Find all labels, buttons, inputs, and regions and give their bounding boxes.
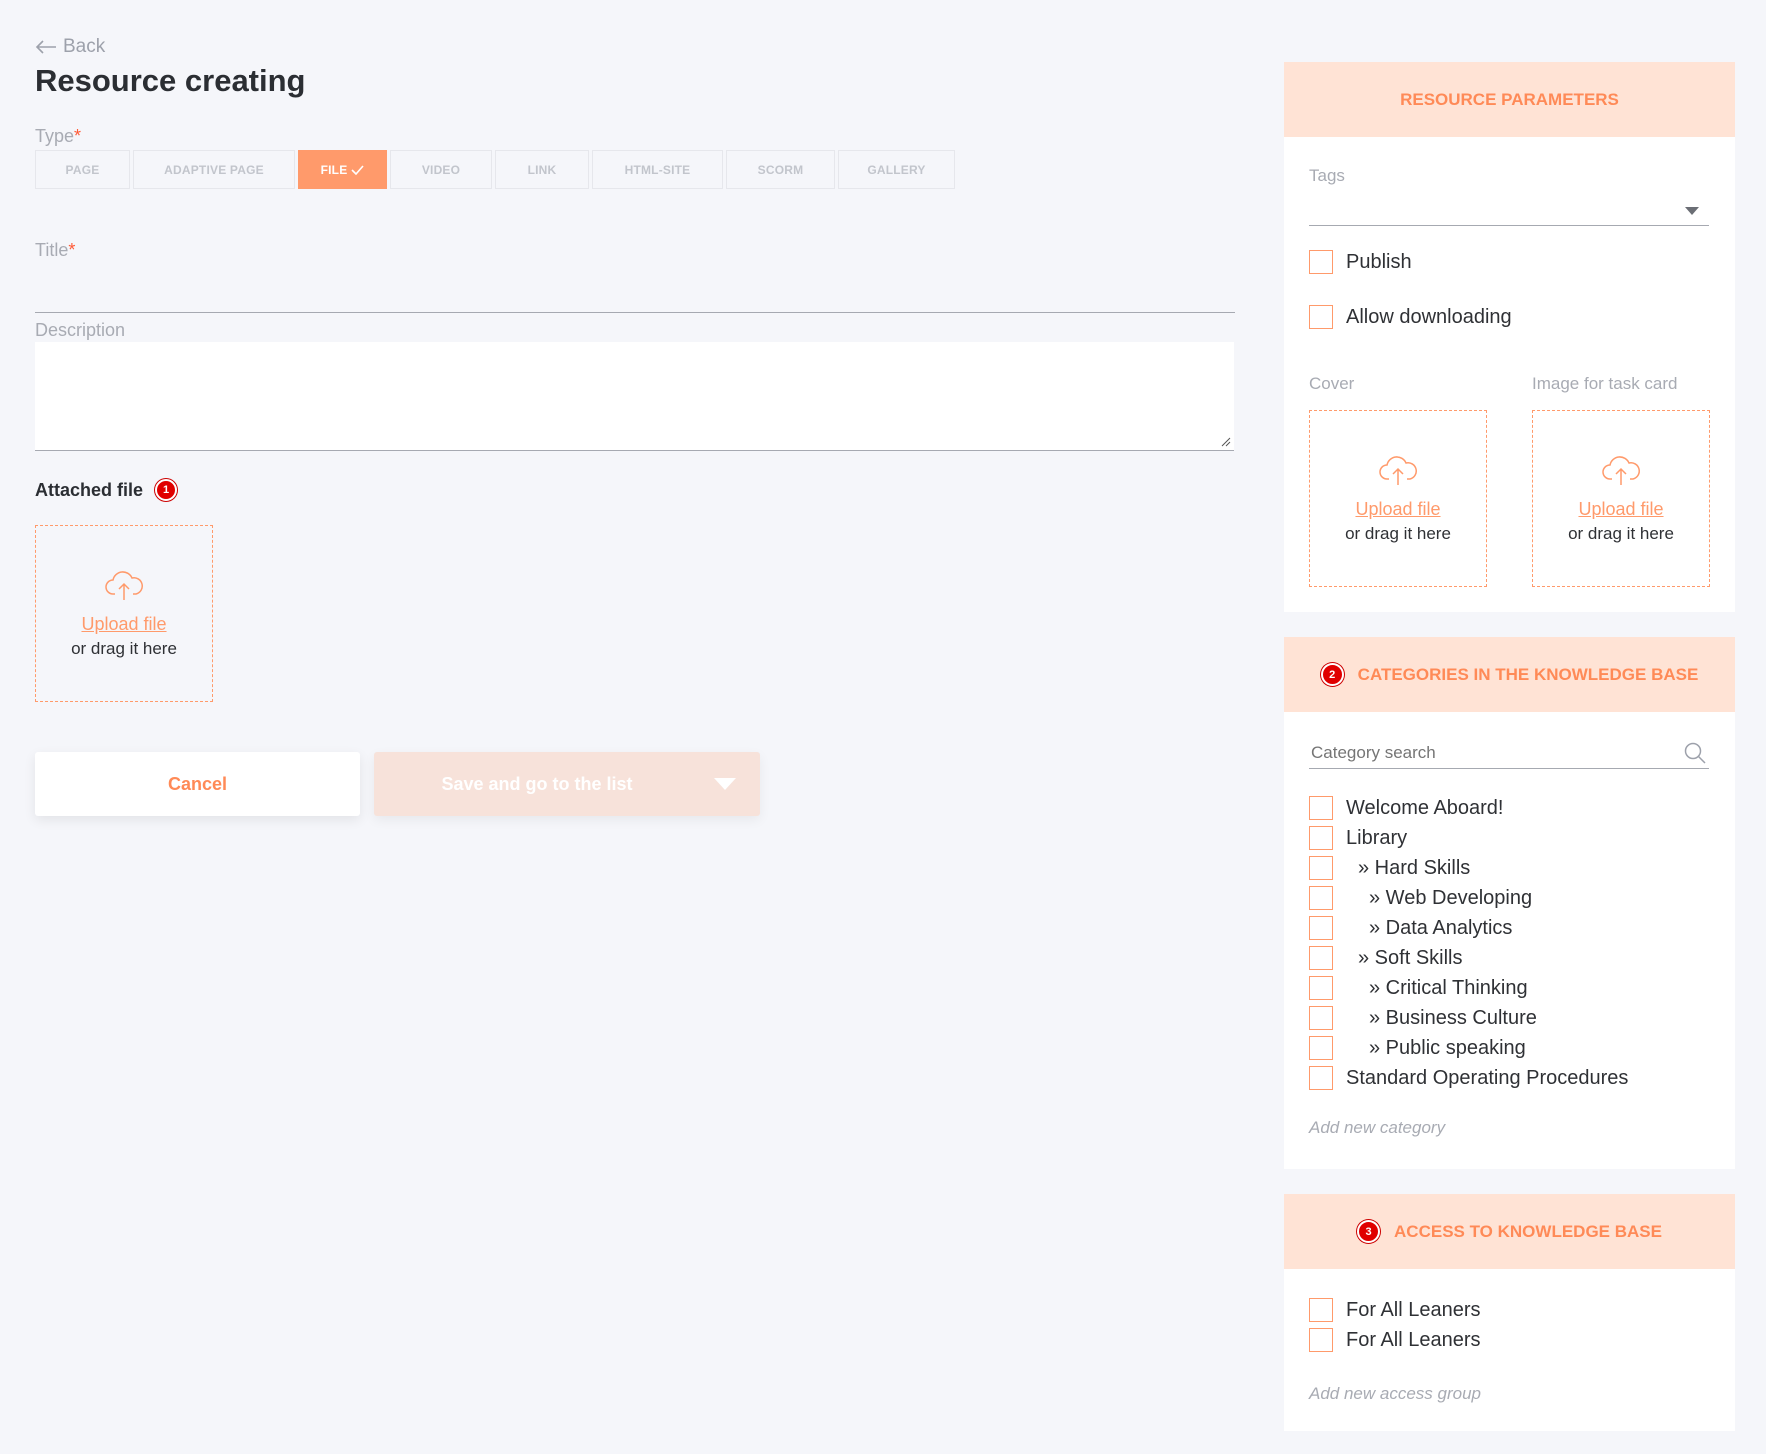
access-heading: 3 ACCESS TO KNOWLEDGE BASE xyxy=(1284,1194,1735,1269)
upload-file-link[interactable]: Upload file xyxy=(81,614,166,635)
category-checkbox[interactable] xyxy=(1309,856,1333,880)
category-checkbox[interactable] xyxy=(1309,916,1333,940)
caret-down-icon xyxy=(714,778,736,790)
type-file-button[interactable]: FILE xyxy=(298,150,387,189)
type-adaptive-page-button[interactable]: ADAPTIVE PAGE xyxy=(133,150,295,189)
type-scorm-button[interactable]: SCORM xyxy=(726,150,835,189)
cloud-upload-icon xyxy=(1602,456,1640,485)
back-link[interactable]: Back xyxy=(35,36,105,58)
resize-grip-icon[interactable] xyxy=(1221,437,1231,447)
category-item[interactable]: » Data Analytics xyxy=(1309,913,1729,943)
category-item[interactable]: » Soft Skills xyxy=(1309,943,1729,973)
access-group-list: For All Leaners For All Leaners xyxy=(1309,1295,1729,1355)
access-group-item[interactable]: For All Leaners xyxy=(1309,1295,1729,1325)
cloud-upload-icon xyxy=(105,571,143,600)
category-item[interactable]: Standard Operating Procedures xyxy=(1309,1063,1729,1093)
tags-select[interactable] xyxy=(1309,197,1709,226)
category-item[interactable]: Library xyxy=(1309,823,1729,853)
publish-option[interactable]: Publish xyxy=(1309,250,1412,274)
access-group-checkbox[interactable] xyxy=(1309,1328,1333,1352)
search-icon[interactable] xyxy=(1683,741,1707,765)
category-item[interactable]: » Web Developing xyxy=(1309,883,1729,913)
allow-downloading-option[interactable]: Allow downloading xyxy=(1309,305,1512,329)
save-options-dropdown[interactable] xyxy=(690,778,760,790)
cover-upload-link[interactable]: Upload file xyxy=(1355,499,1440,520)
description-textarea[interactable] xyxy=(35,342,1234,451)
title-input[interactable] xyxy=(35,289,1235,313)
drag-hint: or drag it here xyxy=(1345,524,1451,543)
drag-hint: or drag it here xyxy=(1568,524,1674,543)
step-badge-1: 1 xyxy=(155,479,178,501)
title-label: Title* xyxy=(35,240,76,260)
publish-checkbox[interactable] xyxy=(1309,250,1333,274)
step-badge-2: 2 xyxy=(1320,663,1344,686)
drag-hint: or drag it here xyxy=(71,639,177,658)
type-link-button[interactable]: LINK xyxy=(495,150,589,189)
category-checkbox[interactable] xyxy=(1309,946,1333,970)
category-checkbox[interactable] xyxy=(1309,886,1333,910)
task-image-dropzone[interactable]: Upload file or drag it here xyxy=(1532,410,1710,587)
chevron-down-icon xyxy=(1685,207,1699,215)
category-list: Welcome Aboard! Library » Hard Skills » … xyxy=(1309,793,1729,1093)
type-gallery-button[interactable]: GALLERY xyxy=(838,150,955,189)
task-image-label: Image for task card xyxy=(1532,374,1678,393)
category-item[interactable]: » Critical Thinking xyxy=(1309,973,1729,1003)
resource-parameters-heading: RESOURCE PARAMETERS xyxy=(1284,62,1735,137)
arrow-left-icon xyxy=(35,40,56,54)
resource-parameters-panel: RESOURCE PARAMETERS Tags Publish Allow d… xyxy=(1284,62,1735,612)
access-group-item[interactable]: For All Leaners xyxy=(1309,1325,1729,1355)
category-item[interactable]: » Business Culture xyxy=(1309,1003,1729,1033)
category-item[interactable]: Welcome Aboard! xyxy=(1309,793,1729,823)
attached-file-dropzone[interactable]: Upload file or drag it here xyxy=(35,525,213,702)
type-selector: PAGE ADAPTIVE PAGE FILE VIDEO LINK HTML-… xyxy=(35,150,955,189)
add-new-access-group-link[interactable]: Add new access group xyxy=(1309,1384,1481,1404)
cancel-button[interactable]: Cancel xyxy=(35,752,360,816)
categories-panel: 2 CATEGORIES IN THE KNOWLEDGE BASE Welco… xyxy=(1284,637,1735,1169)
category-checkbox[interactable] xyxy=(1309,1066,1333,1090)
category-checkbox[interactable] xyxy=(1309,1036,1333,1060)
add-new-category-link[interactable]: Add new category xyxy=(1309,1118,1445,1138)
category-checkbox[interactable] xyxy=(1309,796,1333,820)
category-checkbox[interactable] xyxy=(1309,1006,1333,1030)
save-button-label: Save and go to the list xyxy=(441,773,633,794)
allow-downloading-checkbox[interactable] xyxy=(1309,305,1333,329)
tags-label: Tags xyxy=(1309,166,1345,185)
type-page-button[interactable]: PAGE xyxy=(35,150,130,189)
cloud-upload-icon xyxy=(1379,456,1417,485)
task-image-upload-link[interactable]: Upload file xyxy=(1578,499,1663,520)
cover-label: Cover xyxy=(1309,374,1355,393)
attached-file-heading: Attached file 1 xyxy=(35,479,178,501)
page-title: Resource creating xyxy=(35,63,306,98)
category-search[interactable] xyxy=(1309,739,1709,769)
description-label: Description xyxy=(35,320,126,340)
category-checkbox[interactable] xyxy=(1309,976,1333,1000)
type-label: Type* xyxy=(35,126,82,146)
cover-dropzone[interactable]: Upload file or drag it here xyxy=(1309,410,1487,587)
category-item[interactable]: » Public speaking xyxy=(1309,1033,1729,1063)
category-item[interactable]: » Hard Skills xyxy=(1309,853,1729,883)
step-badge-3: 3 xyxy=(1357,1220,1381,1243)
access-group-checkbox[interactable] xyxy=(1309,1298,1333,1322)
category-search-input[interactable] xyxy=(1309,739,1669,767)
check-icon xyxy=(351,164,365,175)
save-and-go-button[interactable]: Save and go to the list xyxy=(374,752,760,816)
back-label: Back xyxy=(63,36,106,57)
category-checkbox[interactable] xyxy=(1309,826,1333,850)
access-panel: 3 ACCESS TO KNOWLEDGE BASE For All Leane… xyxy=(1284,1194,1735,1431)
type-html-site-button[interactable]: HTML-SITE xyxy=(592,150,723,189)
type-video-button[interactable]: VIDEO xyxy=(390,150,492,189)
categories-heading: 2 CATEGORIES IN THE KNOWLEDGE BASE xyxy=(1284,637,1735,712)
